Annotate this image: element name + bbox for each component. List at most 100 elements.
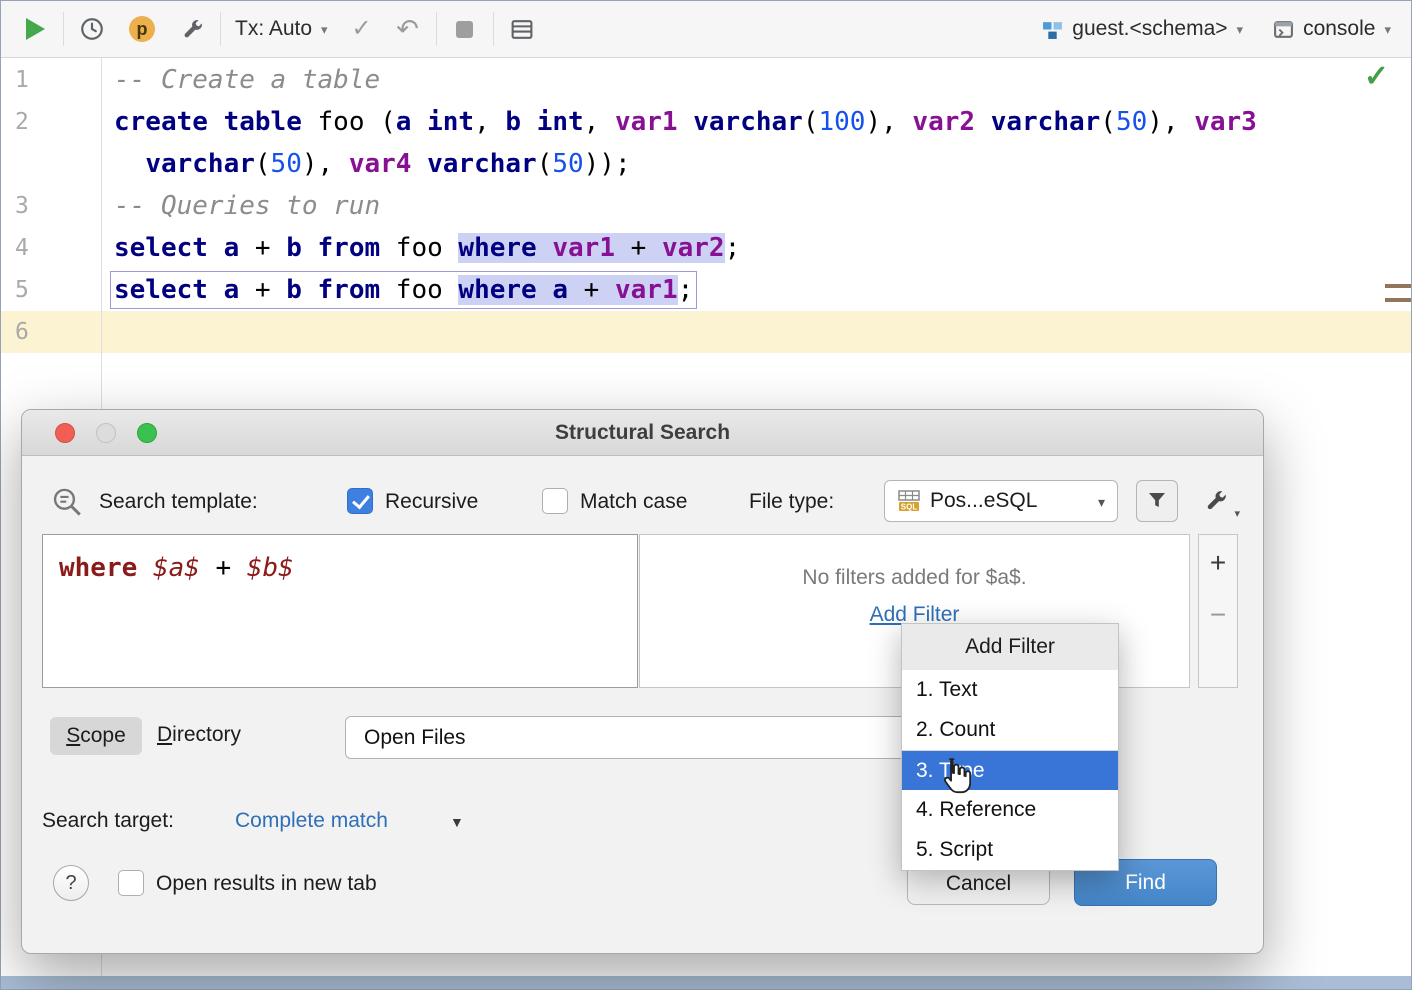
code-token: int	[427, 107, 474, 137]
add-filter-menu: Add Filter 1. Text2. Count3. Type4. Refe…	[901, 623, 1119, 871]
rollback-button[interactable]: ↶	[390, 11, 426, 47]
code-token: foo	[380, 233, 458, 263]
chevron-down-icon: ▾	[1098, 494, 1105, 511]
tx-mode-select[interactable]: Tx: Auto ▾	[235, 17, 328, 41]
filter-button[interactable]	[1136, 480, 1178, 522]
table-icon	[509, 17, 535, 42]
stop-button[interactable]	[447, 11, 483, 47]
code-token: $a$	[153, 553, 200, 583]
menu-item-3-type[interactable]: 3. Type	[902, 750, 1118, 790]
open-results-checkbox[interactable]	[118, 870, 144, 896]
code-line[interactable]: 3-- Queries to run	[1, 185, 1411, 227]
code-token	[208, 233, 224, 263]
code-line[interactable]: 4select a + b from foo where var1 + var2…	[1, 227, 1411, 269]
code-token: 50	[271, 149, 302, 179]
app-window: p Tx: Auto ▾ ✓ ↶ guest.<schema> ▾	[0, 0, 1412, 990]
code-token	[411, 149, 427, 179]
code-token: var4	[349, 149, 412, 179]
code-token: where	[458, 233, 536, 263]
code-token: var1	[552, 233, 615, 263]
tab-scope[interactable]: Scope	[50, 717, 142, 755]
code-line[interactable]: 6	[1, 311, 1411, 353]
menu-item-1-text[interactable]: 1. Text	[902, 670, 1118, 710]
minimize-button[interactable]	[96, 423, 116, 443]
code-token: a	[224, 275, 240, 305]
line-number: 6	[15, 311, 29, 353]
code-token	[521, 107, 537, 137]
code-token: varchar	[145, 149, 255, 179]
history-button[interactable]	[74, 11, 110, 47]
code-token: (	[537, 149, 553, 179]
template-editor[interactable]: where $a$ + $b$	[42, 534, 638, 688]
template-code: where $a$ + $b$	[59, 553, 294, 583]
file-type-label: File type:	[749, 490, 834, 514]
dialog-titlebar[interactable]: Structural Search	[22, 410, 1263, 456]
console-badge-button[interactable]: p	[124, 11, 160, 47]
menu-item-4-reference[interactable]: 4. Reference	[902, 790, 1118, 830]
code-line[interactable]: varchar(50), var4 varchar(50));	[1, 143, 1411, 185]
code-token: varchar	[427, 149, 537, 179]
wrench-icon	[1203, 488, 1229, 514]
code-line[interactable]: 2create table foo (a int, b int, var1 va…	[1, 101, 1411, 143]
code-token: ));	[584, 149, 631, 179]
code-token: from	[318, 275, 381, 305]
code-token	[208, 275, 224, 305]
file-type-value: Pos...eSQL	[930, 489, 1037, 513]
menu-item-5-script[interactable]: 5. Script	[902, 830, 1118, 870]
recursive-checkbox[interactable]	[347, 488, 373, 514]
code-line[interactable]: 1-- Create a table	[1, 59, 1411, 101]
code-token	[537, 233, 553, 263]
code-line[interactable]: 5select a + b from foo where a + var1;	[1, 269, 1411, 311]
code-token: varchar	[693, 107, 803, 137]
help-button[interactable]: ?	[53, 865, 89, 901]
code-token: ,	[584, 107, 615, 137]
code-text: varchar(50), var4 varchar(50));	[114, 143, 631, 185]
code-token	[302, 275, 318, 305]
remove-filter-button[interactable]: −	[1199, 601, 1237, 629]
code-token: +	[239, 275, 286, 305]
wrench-icon	[180, 17, 205, 42]
tab-directory[interactable]: Directory	[157, 723, 241, 747]
search-target-label: Search target:	[42, 809, 174, 833]
error-stripe-mark[interactable]	[1385, 298, 1411, 302]
zoom-button[interactable]	[137, 423, 157, 443]
add-filter-button[interactable]: +	[1199, 549, 1237, 577]
code-token: select	[114, 233, 208, 263]
code-token: a	[396, 107, 412, 137]
run-button[interactable]	[17, 11, 53, 47]
toolbar-right-group: guest.<schema> ▾ console ▾	[1042, 17, 1395, 41]
code-token	[302, 233, 318, 263]
search-target-select[interactable]: Complete match	[235, 809, 388, 833]
code-token: ),	[1147, 107, 1194, 137]
table-view-button[interactable]	[504, 11, 540, 47]
code-token: var2	[662, 233, 725, 263]
file-type-combobox[interactable]: SQL Pos...eSQL ▾	[884, 480, 1118, 522]
settings-button[interactable]	[174, 11, 210, 47]
recursive-label: Recursive	[385, 490, 478, 514]
code-token: $b$	[247, 553, 294, 583]
bottom-strip	[1, 976, 1411, 989]
code-token	[411, 107, 427, 137]
error-stripe-mark[interactable]	[1385, 284, 1411, 288]
commit-button[interactable]: ✓	[344, 11, 380, 47]
menu-item-2-count[interactable]: 2. Count	[902, 710, 1118, 750]
match-case-label: Match case	[580, 490, 687, 514]
close-button[interactable]	[55, 423, 75, 443]
inspections-ok-icon[interactable]: ✓	[1364, 62, 1389, 92]
code-token: table	[224, 107, 302, 137]
schema-selector[interactable]: guest.<schema> ▾	[1042, 17, 1243, 41]
svg-text:SQL: SQL	[901, 503, 918, 512]
code-area[interactable]: 1-- Create a table2create table foo (a i…	[1, 59, 1411, 353]
edit-variables-button[interactable]: ▾	[1190, 480, 1242, 522]
code-token: (	[803, 107, 819, 137]
code-token	[137, 553, 153, 583]
code-token	[208, 107, 224, 137]
filter-toolbar: + −	[1198, 534, 1238, 688]
code-text: select a + b from foo where var1 + var2;	[114, 227, 740, 269]
match-case-checkbox[interactable]	[542, 488, 568, 514]
filters-empty-text: No filters added for $a$.	[640, 566, 1189, 590]
main-toolbar: p Tx: Auto ▾ ✓ ↶ guest.<schema> ▾	[1, 1, 1411, 58]
console-selector[interactable]: console ▾	[1273, 17, 1391, 41]
clock-icon	[79, 16, 105, 42]
code-token: var1	[615, 107, 678, 137]
